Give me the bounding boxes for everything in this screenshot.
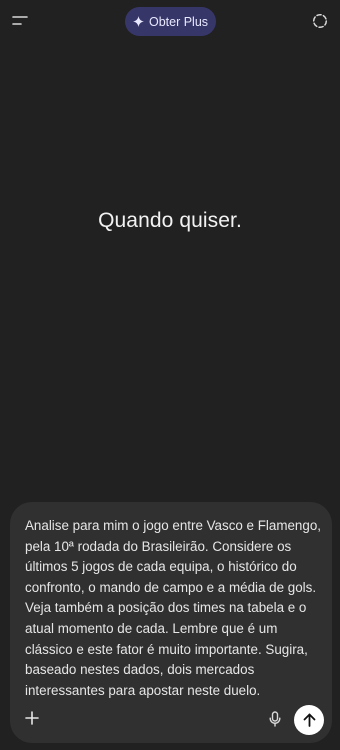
menu-button[interactable] [8, 8, 32, 34]
top-bar: Obter Plus [0, 0, 340, 44]
dictate-button[interactable] [266, 709, 284, 729]
empty-state-headline: Quando quiser. [98, 209, 242, 232]
get-plus-label: Obter Plus [148, 14, 209, 29]
dashed-circle-icon [312, 13, 328, 29]
chat-screen: Obter Plus Quando quiser. Analise para m… [0, 0, 340, 750]
message-input[interactable]: Analise para mim o jogo entre Vasco e Fl… [25, 516, 325, 701]
menu-icon [12, 16, 28, 25]
microphone-icon [269, 711, 281, 727]
plus-icon [25, 711, 39, 725]
sparkle-icon [132, 16, 144, 27]
arrow-up-icon [303, 713, 315, 727]
message-composer[interactable]: Analise para mim o jogo entre Vasco e Fl… [10, 502, 332, 743]
send-button[interactable] [294, 705, 324, 735]
get-plus-button[interactable]: Obter Plus [125, 7, 216, 36]
add-attachment-button[interactable] [22, 708, 42, 728]
temporary-chat-button[interactable] [309, 10, 331, 32]
